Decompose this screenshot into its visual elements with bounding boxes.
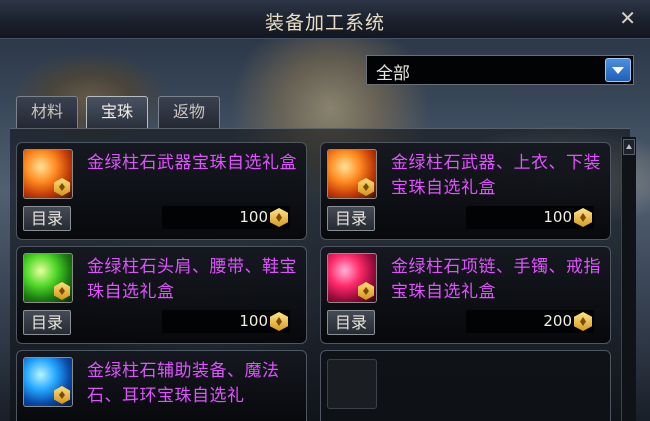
item-icon[interactable] bbox=[327, 253, 377, 303]
gold-badge-icon bbox=[54, 282, 70, 300]
tab-returns[interactable]: 返物 bbox=[158, 96, 220, 128]
item-icon[interactable] bbox=[23, 253, 73, 303]
filter-selected-value: 全部 bbox=[376, 64, 410, 84]
item-price: 100 bbox=[239, 312, 268, 330]
tab-orbs[interactable]: 宝珠 bbox=[86, 96, 148, 129]
catalog-button[interactable]: 目录 bbox=[23, 206, 71, 231]
catalog-button[interactable]: 目录 bbox=[327, 310, 375, 335]
item-name: 金绿柱石项链、手镯、戒指宝珠自选礼盒 bbox=[391, 257, 601, 302]
close-icon[interactable]: ✕ bbox=[619, 7, 636, 29]
item-name: 金绿柱石头肩、腰带、鞋宝珠自选礼盒 bbox=[87, 257, 297, 302]
chevron-down-icon[interactable] bbox=[605, 58, 631, 82]
gold-coin-icon bbox=[574, 208, 592, 227]
list-item[interactable]: 金绿柱石辅助装备、魔法石、耳环宝珠自选礼 bbox=[16, 350, 307, 421]
item-price: 200 bbox=[543, 312, 572, 330]
gold-badge-icon bbox=[358, 282, 374, 300]
gold-coin-icon bbox=[574, 312, 592, 331]
scroll-up-icon[interactable] bbox=[623, 139, 635, 155]
window-title: 装备加工系统 bbox=[264, 12, 385, 34]
title-bar: 装备加工系统 ✕ bbox=[0, 0, 650, 39]
item-name: 金绿柱石武器、上衣、下装宝珠自选礼盒 bbox=[391, 153, 601, 198]
gold-coin-icon bbox=[270, 208, 288, 227]
catalog-button[interactable]: 目录 bbox=[327, 206, 375, 231]
empty-list-item bbox=[320, 350, 611, 421]
price-box: 100 bbox=[162, 310, 290, 333]
list-item[interactable]: 金绿柱石武器、上衣、下装宝珠自选礼盒 目录 100 bbox=[320, 142, 611, 240]
price-box: 100 bbox=[162, 206, 290, 229]
gold-badge-icon bbox=[358, 178, 374, 196]
item-icon[interactable] bbox=[327, 149, 377, 199]
item-icon[interactable] bbox=[23, 357, 73, 407]
item-icon[interactable] bbox=[23, 149, 73, 199]
item-price: 100 bbox=[239, 208, 268, 226]
category-filter-dropdown[interactable]: 全部 bbox=[366, 55, 634, 85]
list-item[interactable]: 金绿柱石头肩、腰带、鞋宝珠自选礼盒 目录 100 bbox=[16, 246, 307, 344]
gold-badge-icon bbox=[54, 386, 70, 404]
scrollbar[interactable] bbox=[621, 137, 636, 421]
item-name: 金绿柱石武器宝珠自选礼盒 bbox=[87, 153, 297, 173]
list-item[interactable]: 金绿柱石武器宝珠自选礼盒 目录 100 bbox=[16, 142, 307, 240]
catalog-button[interactable]: 目录 bbox=[23, 310, 71, 335]
gold-badge-icon bbox=[54, 178, 70, 196]
gold-coin-icon bbox=[270, 312, 288, 331]
equipment-processing-window: 装备加工系统 ✕ 全部 材料 宝珠 返物 金绿柱石武器宝珠自选礼盒 目录 100… bbox=[0, 0, 650, 421]
price-box: 200 bbox=[466, 310, 594, 333]
tab-materials[interactable]: 材料 bbox=[16, 96, 78, 128]
item-price: 100 bbox=[543, 208, 572, 226]
price-box: 100 bbox=[466, 206, 594, 229]
list-item[interactable]: 金绿柱石项链、手镯、戒指宝珠自选礼盒 目录 200 bbox=[320, 246, 611, 344]
empty-item-slot bbox=[327, 359, 377, 409]
item-name: 金绿柱石辅助装备、魔法石、耳环宝珠自选礼 bbox=[87, 361, 280, 406]
